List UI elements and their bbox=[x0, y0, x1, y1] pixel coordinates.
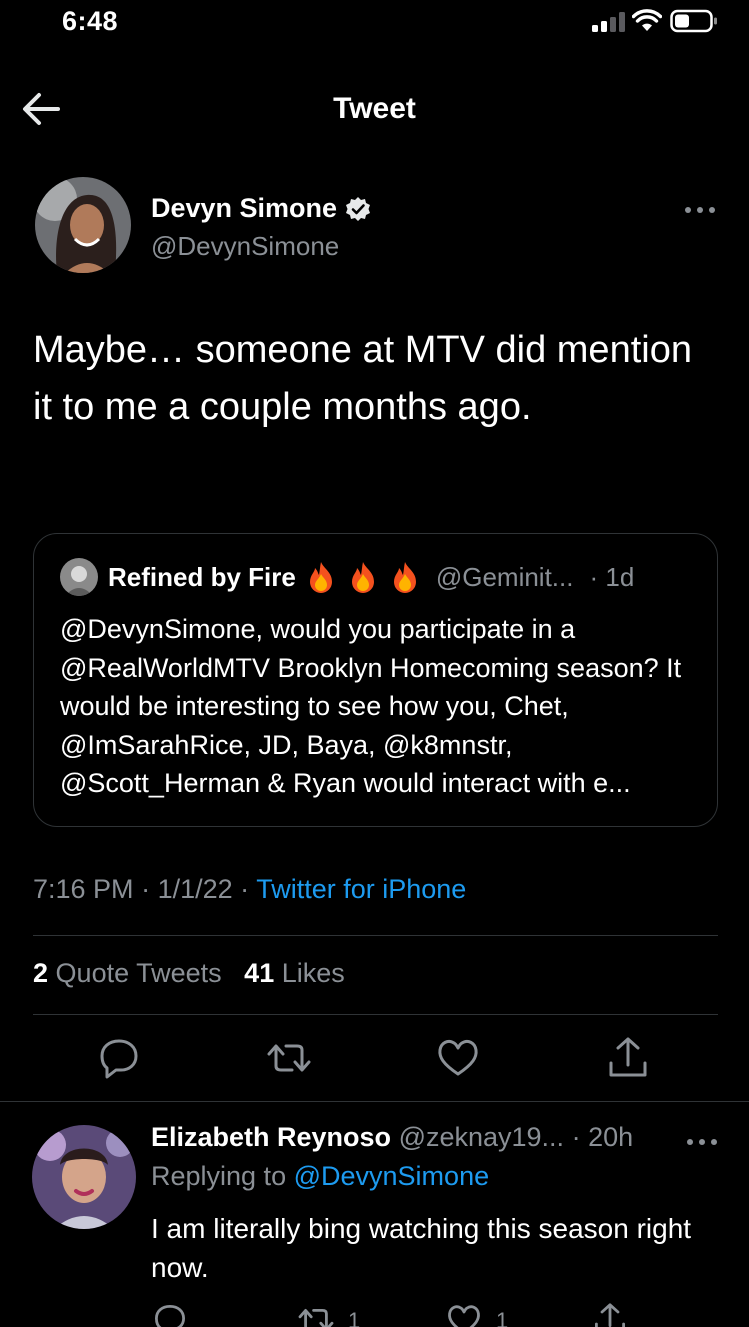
author-avatar[interactable] bbox=[35, 177, 131, 273]
page-title: Tweet bbox=[333, 92, 416, 125]
more-dots-icon bbox=[687, 1139, 717, 1145]
tweet-time: 7:16 PM bbox=[33, 874, 134, 904]
fire-emoji-icon bbox=[393, 562, 416, 593]
heart-icon bbox=[438, 1039, 478, 1076]
reply-retweet-button[interactable]: 1 bbox=[296, 1300, 360, 1327]
tweet-stats: 2 Quote Tweets 41 Likes bbox=[33, 958, 345, 989]
reply-icon bbox=[155, 1305, 185, 1327]
reply-author-handle[interactable]: @zeknay19... bbox=[399, 1122, 565, 1152]
reply-like-count: 1 bbox=[496, 1308, 509, 1327]
likes-count: 41 bbox=[244, 958, 275, 988]
meta-separator: · bbox=[141, 874, 158, 904]
fire-emoji-icon bbox=[309, 562, 332, 593]
quoted-tweet-header: Refined by Fire @Geminit... · 1d bbox=[60, 558, 634, 596]
tweet-text: Maybe… someone at MTV did mention it to … bbox=[33, 329, 692, 428]
battery-icon bbox=[670, 9, 717, 33]
replying-to-label: Replying to bbox=[151, 1161, 287, 1191]
fire-emoji-icon bbox=[351, 562, 374, 593]
retweet-icon bbox=[267, 1044, 311, 1072]
reply-retweet-count: 1 bbox=[348, 1308, 361, 1327]
reply-reply-button[interactable] bbox=[150, 1300, 190, 1327]
tweet-meta: 7:16 PM · 1/1/22 · Twitter for iPhone bbox=[33, 874, 466, 905]
quote-tweets-count: 2 bbox=[33, 958, 49, 988]
wifi-icon bbox=[632, 9, 662, 31]
status-time: 6:48 bbox=[62, 6, 119, 36]
replying-to: Replying to @DevynSimone bbox=[151, 1161, 489, 1192]
divider bbox=[33, 1014, 718, 1015]
reply-author-avatar[interactable] bbox=[32, 1125, 136, 1229]
signal-icon bbox=[592, 12, 625, 32]
quoted-tweet-card[interactable]: Refined by Fire @Geminit... · 1d @DevynS… bbox=[33, 533, 718, 827]
reply-author-name[interactable]: Elizabeth Reynoso bbox=[151, 1122, 391, 1152]
quoted-author-name: Refined by Fire bbox=[108, 561, 296, 592]
likes-label: Likes bbox=[281, 958, 345, 988]
status-bar: 6:48 bbox=[0, 0, 749, 44]
reply-text: I am literally bing watching this season… bbox=[151, 1213, 692, 1283]
reply-action-bar: 1 1 bbox=[0, 1300, 749, 1327]
divider bbox=[0, 1101, 749, 1102]
reply-more-options-button[interactable] bbox=[682, 1130, 722, 1154]
reply-icon bbox=[100, 1039, 138, 1079]
tweet-date: 1/1/22 bbox=[157, 874, 233, 904]
retweet-icon bbox=[298, 1309, 334, 1327]
replying-to-link[interactable]: @DevynSimone bbox=[294, 1161, 490, 1191]
more-options-button[interactable] bbox=[680, 198, 720, 222]
top-nav: Tweet bbox=[0, 70, 749, 150]
likes-stat[interactable]: 41 Likes bbox=[244, 958, 345, 988]
quoted-tweet-time: · 1d bbox=[589, 561, 635, 592]
meta-separator: · bbox=[240, 874, 257, 904]
retweet-button[interactable] bbox=[264, 1033, 314, 1083]
quote-tweets-stat[interactable]: 2 Quote Tweets bbox=[33, 958, 222, 988]
author-handle[interactable]: @DevynSimone bbox=[151, 231, 339, 262]
more-dots-icon bbox=[685, 207, 715, 213]
verified-badge-icon bbox=[346, 196, 371, 221]
tweet-source-link[interactable]: Twitter for iPhone bbox=[256, 874, 466, 904]
author-name-row: Devyn Simone bbox=[151, 193, 371, 224]
heart-icon bbox=[448, 1305, 480, 1327]
tweet-action-bar bbox=[0, 1033, 749, 1089]
reply-header: Elizabeth Reynoso @zeknay19... · 20h bbox=[151, 1122, 633, 1153]
reply-button[interactable] bbox=[94, 1033, 144, 1083]
quoted-tweet-text: @DevynSimone, would you participate in a… bbox=[60, 614, 682, 798]
like-button[interactable] bbox=[433, 1033, 483, 1083]
share-icon bbox=[609, 1037, 647, 1077]
quoted-author-avatar bbox=[60, 558, 98, 596]
quote-tweets-label: Quote Tweets bbox=[55, 958, 222, 988]
share-button[interactable] bbox=[603, 1033, 653, 1083]
reply-time: · 20h bbox=[571, 1122, 634, 1152]
divider bbox=[33, 935, 718, 936]
reply-share-button[interactable] bbox=[590, 1300, 630, 1327]
author-name[interactable]: Devyn Simone bbox=[151, 193, 337, 224]
quoted-author-handle: @Geminit... bbox=[435, 561, 574, 592]
reply-like-button[interactable]: 1 bbox=[444, 1300, 508, 1327]
share-icon bbox=[595, 1303, 625, 1327]
